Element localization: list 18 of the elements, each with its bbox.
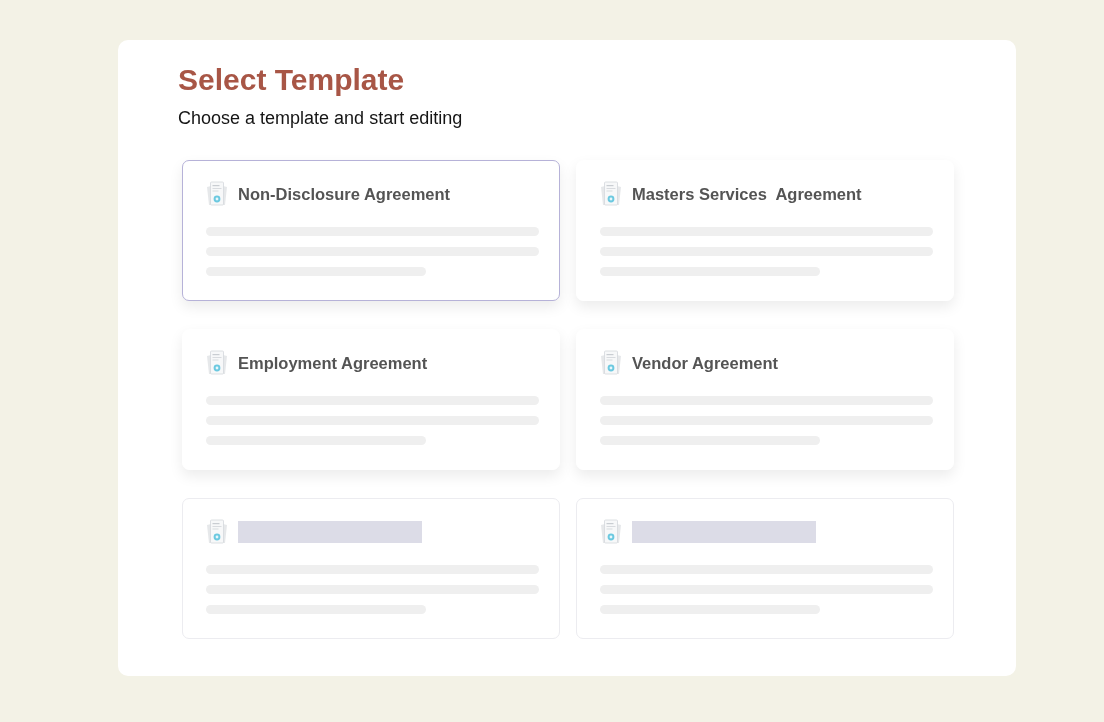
template-card[interactable]: Non-Disclosure Agreement (182, 160, 560, 301)
document-icon (600, 181, 622, 207)
template-card[interactable]: Masters Services Agreement (576, 160, 954, 301)
document-icon (206, 181, 228, 207)
page-subtitle: Choose a template and start editing (178, 107, 464, 129)
card-title: Non-Disclosure Agreement (238, 184, 451, 204)
card-title: Masters Services Agreement (632, 184, 862, 204)
template-card[interactable]: Vendor Agreement (576, 329, 954, 470)
template-card[interactable]: Employment Agreement (182, 329, 560, 470)
document-icon (206, 350, 228, 376)
document-icon (600, 519, 622, 545)
page-title: Select Template (178, 62, 406, 98)
card-title: Employment Agreement (238, 353, 428, 373)
document-icon (206, 519, 228, 545)
skeleton-card[interactable] (182, 498, 560, 639)
card-title: Vendor Agreement (632, 353, 779, 373)
document-icon (600, 350, 622, 376)
skeleton-card[interactable] (576, 498, 954, 639)
